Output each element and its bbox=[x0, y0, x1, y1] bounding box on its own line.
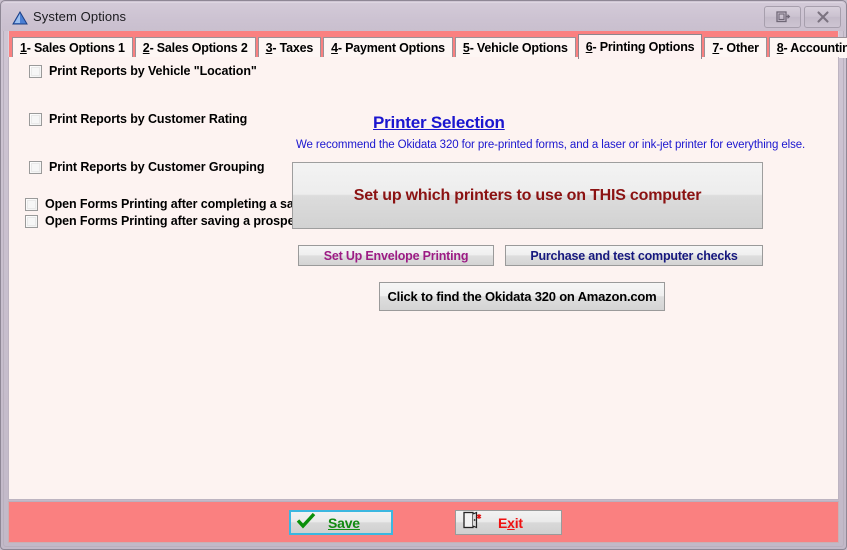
restore-window-icon[interactable] bbox=[764, 6, 801, 28]
exit-accel: x bbox=[507, 514, 515, 531]
blue-triangle-icon bbox=[12, 10, 28, 26]
tab-label-7: - Other bbox=[719, 41, 759, 55]
checkbox-box[interactable] bbox=[25, 214, 38, 228]
checkbox-label: Print Reports by Customer Rating bbox=[49, 112, 248, 126]
checkbox-label: Open Forms Printing after saving a prosp… bbox=[45, 214, 309, 228]
tab-accel-6: 6 bbox=[585, 40, 593, 54]
green-checkmark-icon bbox=[296, 512, 316, 534]
footer-bar: Save Exit bbox=[8, 501, 839, 543]
tab-accounting[interactable]: 8 - Accounting bbox=[768, 37, 847, 58]
tab-accel-7: 7 bbox=[712, 41, 720, 55]
setup-envelope-printing-label: Set Up Envelope Printing bbox=[323, 248, 469, 263]
purchase-test-checks-button[interactable]: Purchase and test computer checks bbox=[505, 245, 763, 266]
tab-label-4: - Payment Options bbox=[337, 41, 445, 55]
tab-label-2: - Sales Options 2 bbox=[149, 41, 248, 55]
setup-envelope-printing-button[interactable]: Set Up Envelope Printing bbox=[298, 245, 494, 266]
tab-vehicle-options[interactable]: 5 - Vehicle Options bbox=[454, 37, 576, 58]
title-bar[interactable]: System Options bbox=[2, 2, 845, 31]
setup-printers-button[interactable]: Set up which printers to use on THIS com… bbox=[292, 162, 763, 229]
checkbox-open-forms-after-prospect[interactable]: Open Forms Printing after saving a prosp… bbox=[25, 214, 309, 228]
checkbox-box[interactable] bbox=[29, 112, 42, 126]
tab-printing-options[interactable]: 6 - Printing Options bbox=[577, 34, 703, 59]
tab-sales-options-1[interactable]: 1 - Sales Options 1 bbox=[12, 37, 133, 58]
tab-taxes[interactable]: 3 - Taxes bbox=[257, 37, 322, 58]
window-title: System Options bbox=[33, 9, 127, 24]
printer-recommendation-text: We recommend the Okidata 320 for pre-pri… bbox=[296, 139, 806, 151]
tab-list: 1 - Sales Options 1 2 - Sales Options 2 … bbox=[12, 34, 847, 59]
tab-sales-options-2[interactable]: 2 - Sales Options 2 bbox=[134, 37, 256, 58]
tab-label-1: - Sales Options 1 bbox=[26, 41, 125, 55]
save-button[interactable]: Save bbox=[289, 510, 393, 535]
tab-label-8: - Accounting bbox=[783, 41, 847, 55]
printer-selection-heading: Printer Selection bbox=[373, 113, 505, 132]
checkbox-open-forms-after-sale[interactable]: Open Forms Printing after completing a s… bbox=[25, 197, 307, 211]
find-okidata-amazon-button[interactable]: Click to find the Okidata 320 on Amazon.… bbox=[379, 282, 665, 311]
exit-button[interactable]: Exit bbox=[455, 510, 562, 535]
tab-accel-2: 2 bbox=[142, 41, 150, 55]
find-okidata-amazon-label: Click to find the Okidata 320 on Amazon.… bbox=[387, 289, 657, 304]
close-window-icon[interactable] bbox=[804, 6, 841, 28]
checkbox-label: Open Forms Printing after completing a s… bbox=[45, 197, 308, 211]
exit-label: Exit bbox=[498, 515, 523, 531]
checkbox-print-by-customer-grouping[interactable]: Print Reports by Customer Grouping bbox=[29, 160, 264, 174]
tab-accel-5: 5 bbox=[462, 41, 470, 55]
tab-accel-3: 3 bbox=[265, 41, 273, 55]
system-options-window: System Options 1 - Sales Options 1 2 - S… bbox=[0, 0, 847, 550]
door-exit-icon bbox=[462, 511, 482, 534]
tab-label-5: - Vehicle Options bbox=[469, 41, 568, 55]
tab-accel-8: 8 bbox=[776, 41, 784, 55]
checkbox-box[interactable] bbox=[25, 197, 38, 211]
checkbox-box[interactable] bbox=[29, 160, 42, 174]
checkbox-label: Print Reports by Customer Grouping bbox=[49, 160, 265, 174]
tab-other[interactable]: 7 - Other bbox=[704, 37, 767, 58]
printing-options-panel: Print Reports by Vehicle "Location" Prin… bbox=[8, 57, 839, 500]
checkbox-print-by-vehicle-location[interactable]: Print Reports by Vehicle "Location" bbox=[29, 64, 257, 78]
setup-printers-label: Set up which printers to use on THIS com… bbox=[353, 186, 702, 204]
exit-label-after: it bbox=[514, 514, 523, 531]
tab-label-6: - Printing Options bbox=[592, 40, 695, 54]
tab-payment-options[interactable]: 4 - Payment Options bbox=[323, 37, 453, 58]
save-label: Save bbox=[328, 514, 360, 531]
checkbox-print-by-customer-rating[interactable]: Print Reports by Customer Rating bbox=[29, 112, 247, 126]
purchase-test-checks-label: Purchase and test computer checks bbox=[530, 248, 738, 263]
checkbox-label: Print Reports by Vehicle "Location" bbox=[49, 64, 257, 78]
checkbox-box[interactable] bbox=[29, 64, 42, 78]
tab-label-3: - Taxes bbox=[272, 41, 314, 55]
tab-accel-4: 4 bbox=[331, 41, 338, 55]
exit-label-before: E bbox=[498, 514, 508, 531]
tab-strip: 1 - Sales Options 1 2 - Sales Options 2 … bbox=[8, 31, 847, 59]
tab-accel-1: 1 bbox=[20, 41, 27, 55]
